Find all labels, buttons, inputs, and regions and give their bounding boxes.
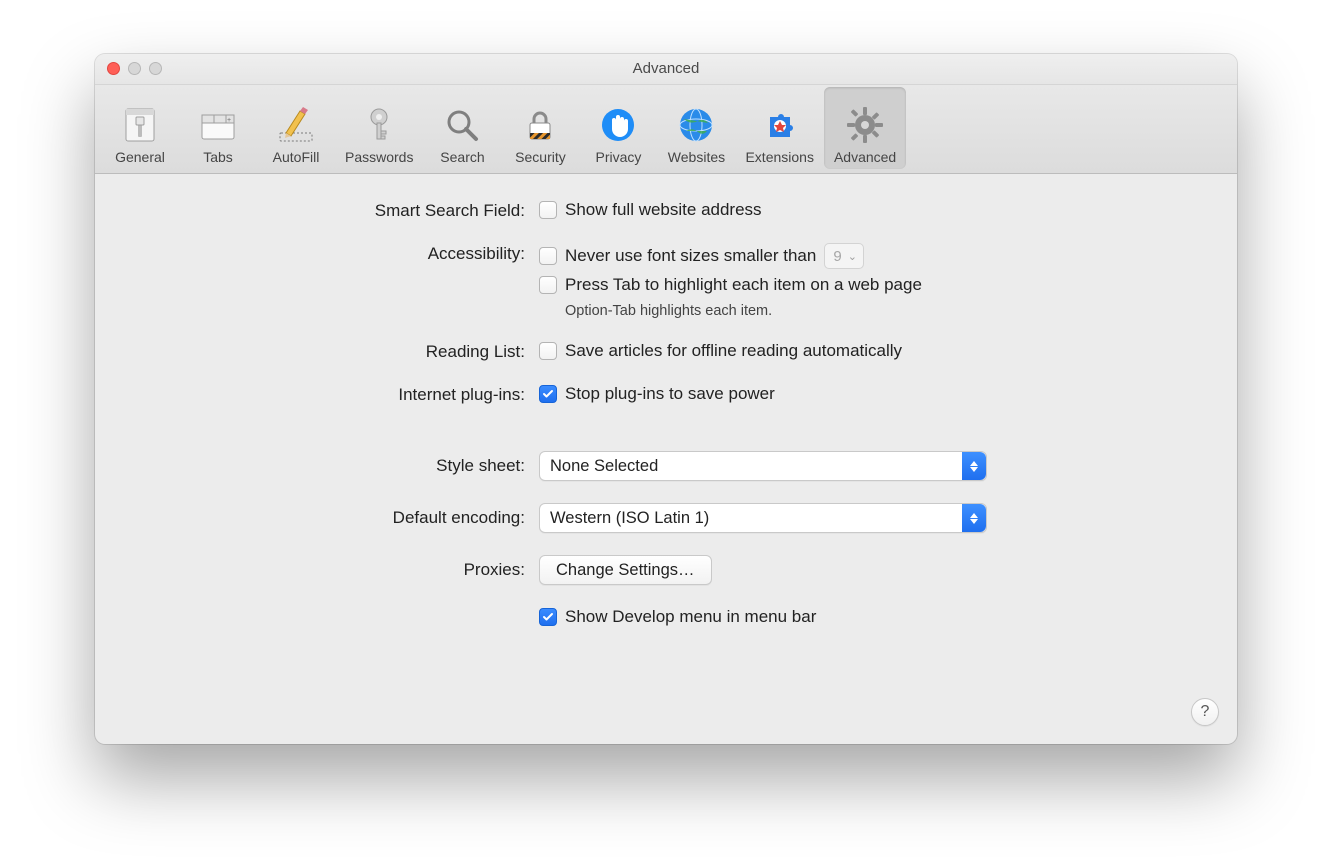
preferences-window: Advanced General <box>95 54 1237 744</box>
offline-reading-label: Save articles for offline reading automa… <box>565 341 902 361</box>
titlebar: Advanced <box>95 54 1237 85</box>
tab-label: Tabs <box>203 149 233 165</box>
globe-icon <box>674 103 718 147</box>
tab-label: Extensions <box>745 149 813 165</box>
help-glyph: ? <box>1201 703 1210 721</box>
svg-text:+: + <box>227 117 231 124</box>
tab-label: Passwords <box>345 149 413 165</box>
magnifier-icon <box>440 103 484 147</box>
tab-extensions[interactable]: Extensions <box>735 87 823 169</box>
key-icon <box>357 103 401 147</box>
tab-label: Websites <box>668 149 725 165</box>
tab-tabs[interactable]: + Tabs <box>179 87 257 169</box>
window-close-button[interactable] <box>107 62 120 75</box>
show-develop-menu-label: Show Develop menu in menu bar <box>565 607 816 627</box>
chevron-down-icon: ⌄ <box>848 250 857 263</box>
tab-privacy[interactable]: Privacy <box>579 87 657 169</box>
option-tab-hint: Option-Tab highlights each item. <box>565 303 772 319</box>
plugins-label: Internet plug-ins: <box>125 384 525 405</box>
change-proxy-settings-button[interactable]: Change Settings… <box>539 555 712 585</box>
stop-plugins-checkbox[interactable] <box>539 385 557 403</box>
advanced-pane: Smart Search Field: Show full website ad… <box>95 174 1237 647</box>
tab-advanced[interactable]: Advanced <box>824 87 906 169</box>
press-tab-checkbox[interactable] <box>539 276 557 294</box>
press-tab-label: Press Tab to highlight each item on a we… <box>565 275 922 295</box>
hand-icon <box>596 103 640 147</box>
tab-label: Advanced <box>834 149 896 165</box>
tab-label: Security <box>515 149 566 165</box>
lock-icon <box>518 103 562 147</box>
select-stepper-icon <box>962 504 986 532</box>
min-font-label: Never use font sizes smaller than <box>565 246 816 266</box>
stop-plugins-label: Stop plug-ins to save power <box>565 384 775 404</box>
select-stepper-icon <box>962 452 986 480</box>
tab-label: General <box>115 149 165 165</box>
show-full-url-label: Show full website address <box>565 200 762 220</box>
show-full-url-checkbox[interactable] <box>539 201 557 219</box>
puzzle-icon <box>758 103 802 147</box>
preferences-toolbar: General + Tabs <box>95 85 1237 174</box>
style-sheet-value: None Selected <box>550 457 658 476</box>
pencil-field-icon <box>274 103 318 147</box>
tab-passwords[interactable]: Passwords <box>335 87 423 169</box>
window-minimize-button[interactable] <box>128 62 141 75</box>
proxies-label: Proxies: <box>125 555 525 585</box>
style-sheet-label: Style sheet: <box>125 451 525 481</box>
min-font-size-dropdown[interactable]: 9 ⌄ <box>824 243 864 269</box>
window-zoom-button[interactable] <box>149 62 162 75</box>
reading-list-label: Reading List: <box>125 341 525 362</box>
default-encoding-select[interactable]: Western (ISO Latin 1) <box>539 503 987 533</box>
tab-search[interactable]: Search <box>423 87 501 169</box>
offline-reading-checkbox[interactable] <box>539 342 557 360</box>
tab-security[interactable]: Security <box>501 87 579 169</box>
button-label: Change Settings… <box>556 561 695 580</box>
encoding-value: Western (ISO Latin 1) <box>550 509 709 528</box>
tab-label: Search <box>440 149 484 165</box>
help-button[interactable]: ? <box>1191 698 1219 726</box>
encoding-label: Default encoding: <box>125 503 525 533</box>
tab-general[interactable]: General <box>101 87 179 169</box>
smart-search-label: Smart Search Field: <box>125 200 525 221</box>
tab-websites[interactable]: Websites <box>657 87 735 169</box>
gear-icon <box>843 103 887 147</box>
style-sheet-select[interactable]: None Selected <box>539 451 987 481</box>
window-title: Advanced <box>95 54 1237 84</box>
tab-label: AutoFill <box>273 149 320 165</box>
min-font-checkbox[interactable] <box>539 247 557 265</box>
min-font-size-value: 9 <box>833 248 841 265</box>
show-develop-menu-checkbox[interactable] <box>539 608 557 626</box>
switch-icon <box>118 103 162 147</box>
tab-label: Privacy <box>596 149 642 165</box>
tabs-icon: + <box>196 103 240 147</box>
tab-autofill[interactable]: AutoFill <box>257 87 335 169</box>
accessibility-label: Accessibility: <box>125 243 525 319</box>
